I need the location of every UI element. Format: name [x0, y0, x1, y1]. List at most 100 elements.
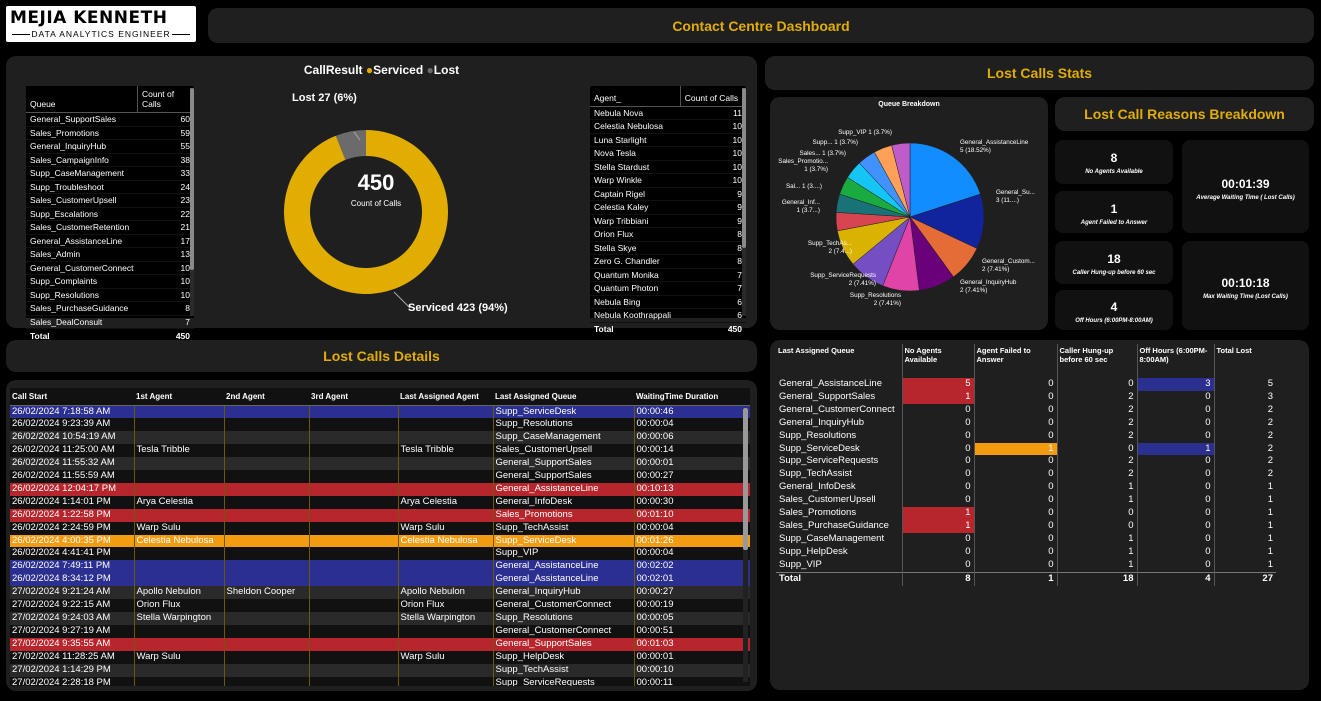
agent-col-header[interactable]: Agent_: [590, 86, 681, 107]
donut-slice-serviced[interactable]: [284, 130, 448, 294]
queue-row[interactable]: Supp_Troubleshoot 24: [26, 180, 194, 194]
details-row[interactable]: 27/02/2024 9:22:15 AM Orion Flux Orion Flu…: [10, 599, 750, 612]
details-row[interactable]: 27/02/2024 11:28:25 AM Warp Sulu Warp Sulu…: [10, 650, 750, 664]
agent-row[interactable]: Celestia Nebulosa 10: [590, 119, 746, 134]
details-cell: [134, 470, 225, 483]
matrix-row[interactable]: Sales_PurchaseGuidance 1 0 0 0 1: [776, 519, 1276, 533]
matrix-row[interactable]: Sales_Promotions 1 0 0 0 1: [776, 507, 1276, 520]
agent-row[interactable]: Stella Skye 8: [590, 241, 746, 255]
queue-table-scrollbar[interactable]: [190, 88, 194, 316]
matrix-row[interactable]: Supp_HelpDesk 0 0 1 0 1: [776, 545, 1276, 559]
queue-row[interactable]: Supp_Resolutions 10: [26, 288, 194, 302]
matrix-col-header[interactable]: Total Lost: [1213, 344, 1276, 378]
matrix-col-header[interactable]: Last Assigned Queue: [776, 344, 902, 378]
kpi-value: 8: [1110, 151, 1118, 165]
queue-row[interactable]: Sales_PurchaseGuidance 8: [26, 301, 194, 316]
agent-row[interactable]: Zero G. Chandler 8: [590, 254, 746, 269]
details-row[interactable]: 27/02/2024 9:27:19 AM General_CustomerCon…: [10, 624, 750, 638]
details-scrollbar[interactable]: [743, 408, 748, 682]
details-row[interactable]: 26/02/2024 11:25:00 AM Tesla Tribble Tesla…: [10, 444, 750, 458]
queue-row[interactable]: Sales_Promotions 59: [26, 126, 194, 140]
details-row[interactable]: 26/02/2024 11:55:32 AM General_SupportSal…: [10, 457, 750, 471]
matrix-row[interactable]: Supp_Resolutions 0 0 2 0 2: [776, 429, 1276, 443]
queue-count-col-header[interactable]: Count of Calls: [136, 86, 194, 113]
agent-row[interactable]: Stella Stardust 10: [590, 160, 746, 174]
agent-count-col-header[interactable]: Count of Calls: [679, 86, 746, 107]
details-col-header[interactable]: Last Assigned Queue: [493, 388, 634, 406]
matrix-row[interactable]: General_InfoDesk 0 0 1 0 1: [776, 481, 1276, 495]
matrix-col-header[interactable]: Off Hours (6:00PM-8:00AM): [1136, 344, 1214, 378]
queue-row[interactable]: Supp_Complaints 10: [26, 274, 194, 289]
legend-serviced[interactable]: Serviced: [373, 63, 423, 77]
details-row[interactable]: 26/02/2024 11:55:59 AM General_SupportSal…: [10, 470, 750, 483]
agent-row-label: Stella Stardust: [590, 160, 681, 174]
matrix-row[interactable]: Supp_TechAssist 0 0 2 0 2: [776, 468, 1276, 482]
agent-row[interactable]: Warp Winkle 10: [590, 173, 746, 188]
details-row[interactable]: 27/02/2024 9:21:24 AM Apollo Nebulon Sheld…: [10, 586, 750, 600]
details-row[interactable]: 26/02/2024 2:24:59 PM Warp Sulu Warp Sulu S…: [10, 521, 750, 535]
details-col-header[interactable]: WaitingTime Duration: [634, 388, 750, 406]
matrix-row[interactable]: Supp_ServiceRequests 0 0 2 0 2: [776, 455, 1276, 469]
details-row[interactable]: 26/02/2024 4:00:35 PM Celestia Nebulosa Ce…: [10, 534, 750, 548]
queue-row[interactable]: Sales_CustomerRetention 21: [26, 220, 194, 235]
agent-row[interactable]: Warp Tribbiani 9: [590, 214, 746, 228]
details-cell: Supp_VIP: [493, 547, 635, 561]
details-row[interactable]: 26/02/2024 8:34:12 PM General_AssistanceL…: [10, 573, 750, 587]
details-col-header[interactable]: 3rd Agent: [309, 388, 398, 406]
queue-row[interactable]: General_CustomerConnect 10: [26, 261, 194, 275]
matrix-row[interactable]: General_SupportSales 1 0 2 0 3: [776, 390, 1276, 404]
agent-row-count: 8: [680, 254, 746, 269]
matrix-row[interactable]: General_CustomerConnect 0 0 2 0 2: [776, 403, 1276, 417]
agent-row-count: 9: [680, 200, 746, 215]
agent-row[interactable]: Quantum Photon 7: [590, 281, 746, 296]
queue-col-header[interactable]: Queue: [26, 86, 138, 113]
queue-row[interactable]: Sales_CustomerUpsell 23: [26, 193, 194, 208]
agent-row[interactable]: Orion Flux 8: [590, 227, 746, 242]
queue-row[interactable]: Supp_CaseManagement 33: [26, 166, 194, 181]
agent-row[interactable]: Nebula Koothrappali 6: [590, 308, 746, 323]
matrix-row[interactable]: Supp_CaseManagement 0 0 1 0 1: [776, 532, 1276, 546]
agent-row[interactable]: Quantum Monika 7: [590, 268, 746, 282]
matrix-row[interactable]: General_InquiryHub 0 0 2 0 2: [776, 416, 1276, 430]
matrix-row[interactable]: Supp_VIP 0 0 1 0 1: [776, 558, 1276, 573]
details-row[interactable]: 26/02/2024 9:23:39 AM Supp_Resolutions 00:…: [10, 418, 750, 432]
agent-row[interactable]: Celestia Kaley 9: [590, 200, 746, 215]
matrix-row[interactable]: Sales_CustomerUpsell 0 0 1 0 1: [776, 494, 1276, 508]
details-row[interactable]: 26/02/2024 10:54:19 AM Supp_CaseManagemen…: [10, 431, 750, 445]
matrix-row[interactable]: General_AssistanceLine 5 0 0 3 5: [776, 378, 1276, 391]
queue-row[interactable]: Sales_CampaignInfo 38: [26, 153, 194, 167]
queue-row[interactable]: General_SupportSales 60: [26, 112, 194, 127]
queue-row[interactable]: Sales_DealConsult 7: [26, 315, 194, 329]
legend-lost[interactable]: Lost: [434, 63, 459, 77]
agent-row[interactable]: Luna Starlight 10: [590, 133, 746, 147]
details-row[interactable]: 26/02/2024 1:14:01 PM Arya Celestia Arya C…: [10, 495, 750, 509]
details-row[interactable]: 26/02/2024 4:41:41 PM Supp_VIP 00:00:04: [10, 547, 750, 561]
details-row[interactable]: 26/02/2024 1:22:58 PM Sales_Promotions 00:…: [10, 508, 750, 522]
matrix-col-header[interactable]: Agent Failed to Answer: [973, 344, 1057, 378]
details-row[interactable]: 26/02/2024 7:49:11 PM General_AssistanceL…: [10, 560, 750, 574]
agent-row[interactable]: Nebula Bing 6: [590, 295, 746, 309]
details-row[interactable]: 27/02/2024 9:35:55 AM General_SupportSale…: [10, 637, 750, 651]
details-row[interactable]: 27/02/2024 1:14:29 PM Supp_TechAssist 00:0…: [10, 663, 750, 677]
queue-row[interactable]: General_AssistanceLine 17: [26, 234, 194, 248]
details-col-header[interactable]: 2nd Agent: [224, 388, 309, 406]
details-col-header[interactable]: Last Assigned Agent: [398, 388, 493, 406]
details-col-header[interactable]: Call Start: [10, 388, 134, 406]
queue-row[interactable]: Supp_Escalations 22: [26, 207, 194, 221]
details-row[interactable]: 27/02/2024 2:28:18 PM Supp_ServiceRequest…: [10, 676, 750, 686]
details-row[interactable]: 27/02/2024 9:24:03 AM Stella Warpington St…: [10, 612, 750, 625]
details-col-header[interactable]: 1st Agent: [134, 388, 224, 406]
agent-row[interactable]: Captain Rigel 9: [590, 187, 746, 201]
details-row[interactable]: 26/02/2024 7:18:58 AM Supp_ServiceDesk 00:…: [10, 405, 750, 419]
matrix-col-header[interactable]: No Agents Available: [901, 344, 974, 378]
details-cell: [309, 495, 399, 509]
queue-row[interactable]: Sales_Admin 13: [26, 247, 194, 262]
matrix-row[interactable]: Supp_ServiceDesk 0 1 0 1 2: [776, 442, 1276, 456]
agent-row[interactable]: Nova Tesla 10: [590, 146, 746, 161]
agent-table-scrollbar[interactable]: [742, 88, 746, 316]
queue-row[interactable]: General_InquiryHub 55: [26, 139, 194, 154]
details-row[interactable]: 26/02/2024 12:04:17 PM General_Assistance…: [10, 482, 750, 496]
details-cell: [398, 573, 494, 587]
matrix-col-header[interactable]: Caller Hung-up before 60 sec: [1056, 344, 1137, 378]
agent-row[interactable]: Nebula Nova 11: [590, 106, 746, 120]
